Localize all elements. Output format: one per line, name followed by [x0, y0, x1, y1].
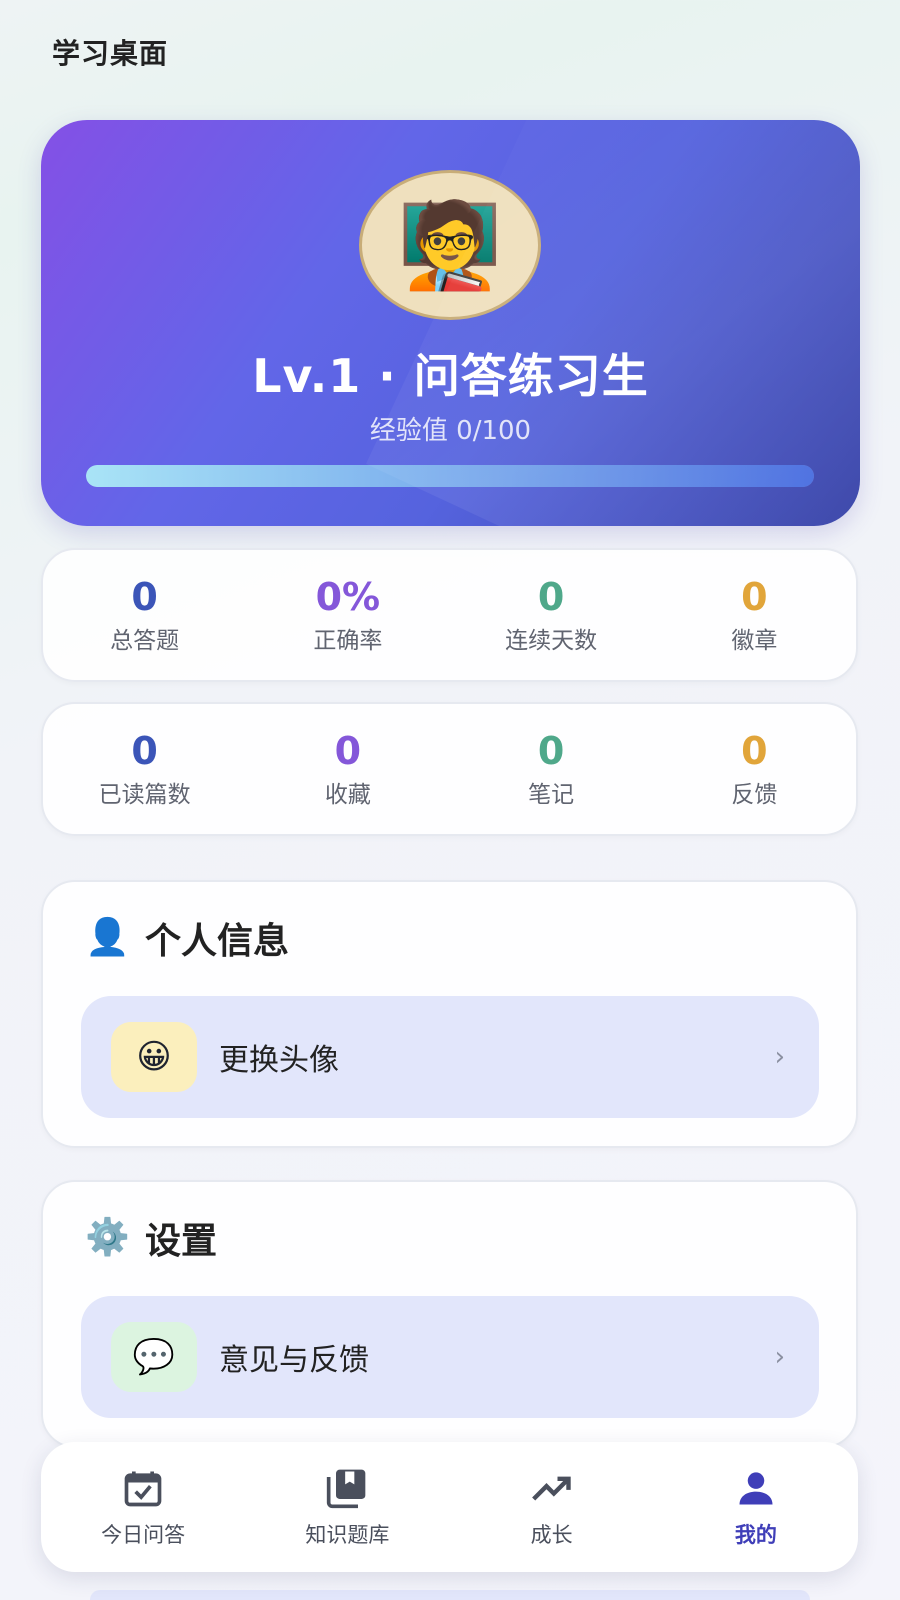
- stat-total-answers[interactable]: 0 总答题: [43, 575, 246, 655]
- next-row-peek: [90, 1590, 810, 1600]
- gear-icon: ⚙️: [85, 1217, 130, 1258]
- stats-card-secondary: 0 已读篇数 0 收藏 0 笔记 0 反馈: [41, 702, 858, 836]
- section-title: 设置: [145, 1221, 218, 1262]
- level-title: Lv.1 · 问答练习生: [252, 349, 649, 403]
- tab-label: 我的: [734, 1523, 777, 1547]
- chevron-right-icon: ›: [774, 1042, 785, 1072]
- stat-label: 总答题: [110, 628, 180, 654]
- feedback-row[interactable]: 💬 意见与反馈 ›: [81, 1296, 819, 1418]
- stat-value: 0: [334, 729, 362, 773]
- stat-favorites[interactable]: 0 收藏: [246, 729, 449, 809]
- stat-label: 笔记: [528, 782, 575, 808]
- stat-value: 0: [131, 729, 158, 773]
- tab-label: 今日问答: [101, 1523, 186, 1547]
- stat-value: 0: [537, 575, 565, 619]
- row-label: 更换头像: [219, 1043, 339, 1078]
- stat-notes[interactable]: 0 笔记: [450, 729, 653, 809]
- experience-progress-bar: [86, 465, 814, 487]
- profile-card: 🧑‍🏫 Lv.1 · 问答练习生 经验值 0/100: [41, 120, 860, 526]
- smiley-icon: 😀: [111, 1022, 197, 1092]
- library-icon: [324, 1465, 370, 1511]
- stat-label: 反馈: [731, 782, 778, 808]
- stat-label: 已读篇数: [98, 782, 191, 808]
- user-icon: 👤: [85, 917, 130, 958]
- stat-accuracy[interactable]: 0% 正确率: [246, 575, 449, 655]
- settings-section: ⚙️ 设置 💬 意见与反馈 ›: [41, 1180, 858, 1448]
- tab-label: 成长: [530, 1523, 573, 1547]
- stat-articles-read[interactable]: 0 已读篇数: [43, 729, 246, 809]
- section-header: 👤 个人信息: [85, 912, 289, 964]
- stats-card-primary: 0 总答题 0% 正确率 0 连续天数 0 徽章: [41, 548, 858, 682]
- stat-feedback[interactable]: 0 反馈: [653, 729, 856, 809]
- calendar-check-icon: [120, 1465, 166, 1511]
- tab-label: 知识题库: [305, 1523, 390, 1547]
- trending-up-icon: [529, 1465, 575, 1511]
- stat-value: 0: [741, 729, 768, 773]
- experience-text: 经验值 0/100: [369, 416, 532, 446]
- experience-progress-fill: [86, 465, 814, 487]
- bottom-tab-bar: 今日问答 知识题库 成长 我的: [41, 1442, 858, 1572]
- person-icon: [733, 1465, 779, 1511]
- change-avatar-row[interactable]: 😀 更换头像 ›: [81, 996, 819, 1118]
- stat-label: 收藏: [324, 782, 371, 808]
- section-header: ⚙️ 设置: [85, 1212, 217, 1264]
- tab-question-bank[interactable]: 知识题库: [245, 1442, 449, 1572]
- stat-value: 0: [741, 575, 768, 619]
- stat-value: 0: [537, 729, 565, 773]
- stat-label: 连续天数: [505, 628, 598, 654]
- page-title: 学习桌面: [52, 37, 169, 70]
- section-title: 个人信息: [145, 921, 290, 962]
- stat-label: 正确率: [313, 628, 383, 654]
- tab-daily-quiz[interactable]: 今日问答: [41, 1442, 245, 1572]
- stat-value: 0%: [315, 575, 381, 619]
- avatar[interactable]: 🧑‍🏫: [359, 170, 541, 320]
- chevron-right-icon: ›: [774, 1342, 785, 1372]
- row-label: 意见与反馈: [219, 1343, 369, 1378]
- personal-info-section: 👤 个人信息 😀 更换头像 ›: [41, 880, 858, 1148]
- stat-streak-days[interactable]: 0 连续天数: [450, 575, 653, 655]
- tab-growth[interactable]: 成长: [450, 1442, 654, 1572]
- stat-badges[interactable]: 0 徽章: [653, 575, 856, 655]
- stat-value: 0: [131, 575, 158, 619]
- speech-bubble-icon: 💬: [111, 1322, 197, 1392]
- tab-mine[interactable]: 我的: [654, 1442, 858, 1572]
- teacher-avatar-icon: 🧑‍🏫: [397, 196, 503, 294]
- stat-label: 徽章: [731, 628, 778, 654]
